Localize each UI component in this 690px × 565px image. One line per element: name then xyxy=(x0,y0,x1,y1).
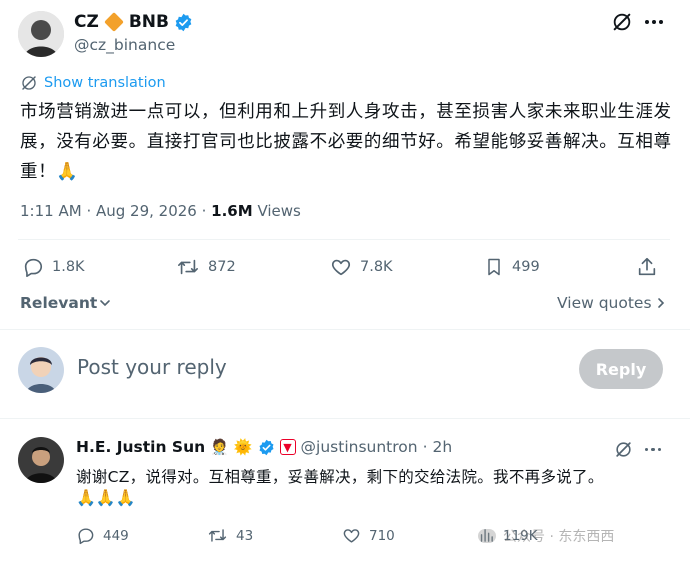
cz-avatar[interactable] xyxy=(18,11,64,57)
views-label: Views xyxy=(257,202,301,220)
chevron-down-icon xyxy=(100,300,111,307)
tweet-meta: 1:11 AM · Aug 29, 2026 · 1.6M Views xyxy=(20,202,301,220)
retweet-icon xyxy=(178,259,198,275)
reply-text: 谢谢CZ，说得对。互相尊重，妥善解决，剩下的交给法院。我不再多说了。 xyxy=(76,468,604,486)
reply-retweet-action[interactable]: 43 xyxy=(207,526,253,545)
views-count: 1.6M xyxy=(211,202,253,220)
retweet-action[interactable]: 872 xyxy=(176,256,236,278)
divider xyxy=(18,239,670,240)
reply-button[interactable]: Reply xyxy=(579,349,663,389)
sort-relevant-dropdown[interactable]: Relevant xyxy=(20,294,111,312)
retweet-icon xyxy=(208,529,227,542)
bookmark-icon xyxy=(488,258,500,276)
reply-reply-action[interactable]: 449 xyxy=(76,526,129,545)
tron-logo-icon: ▼ xyxy=(279,439,296,455)
justin-sun-avatar[interactable] xyxy=(18,437,64,483)
heart-icon xyxy=(343,529,360,543)
heart-icon xyxy=(331,259,351,276)
grok-icon[interactable] xyxy=(611,11,633,33)
verified-badge-icon xyxy=(259,439,274,455)
bookmark-action[interactable]: 499 xyxy=(484,256,540,278)
reply-action[interactable]: 1.8K xyxy=(22,256,85,278)
chevron-right-icon xyxy=(657,298,664,308)
author-handle[interactable]: @cz_binance xyxy=(74,36,175,54)
reply-author-name[interactable]: H.E. Justin Sun xyxy=(76,438,205,456)
divider xyxy=(0,418,690,419)
health-worker-emoji-icon: 🧑‍⚕️ xyxy=(210,438,229,456)
like-action[interactable]: 7.8K xyxy=(330,256,393,278)
reply-bubble-icon xyxy=(24,258,43,277)
more-options-icon[interactable] xyxy=(643,11,665,33)
reply-emoji: 🙏🙏🙏 xyxy=(76,488,136,507)
reply-input[interactable]: Post your reply xyxy=(77,355,227,379)
tweet-time[interactable]: 1:11 AM xyxy=(20,202,82,220)
sun-emoji-icon: 🌞 xyxy=(233,438,253,456)
divider xyxy=(0,329,690,330)
grok-icon[interactable] xyxy=(614,440,633,459)
translate-icon xyxy=(22,76,36,90)
tweet-text: 市场营销激进一点可以，但利用和上升到人身攻击，甚至损害人家未来职业生涯发展，没有… xyxy=(20,102,672,182)
user-avatar[interactable] xyxy=(18,347,64,393)
reply-header: H.E. Justin Sun 🧑‍⚕️ 🌞 ▼ @justinsuntron … xyxy=(76,438,453,456)
show-translation-link[interactable]: Show translation xyxy=(20,74,166,92)
bnb-diamond-icon xyxy=(103,12,124,32)
reply-bubble-icon xyxy=(78,528,94,545)
reply-like-action[interactable]: 710 xyxy=(342,526,395,545)
author-name[interactable]: CZ BNB xyxy=(74,12,193,32)
tweet-date[interactable]: Aug 29, 2026 xyxy=(96,202,197,220)
reply-handle[interactable]: @justinsuntron xyxy=(301,438,418,456)
view-quotes-link[interactable]: View quotes xyxy=(557,294,666,312)
reply-views-action[interactable]: 119K xyxy=(478,526,538,545)
share-icon[interactable] xyxy=(636,256,658,278)
verified-badge-icon xyxy=(175,13,192,31)
reply-time[interactable]: 2h xyxy=(433,438,453,456)
reply-more-options-icon[interactable] xyxy=(643,440,663,459)
analytics-bars-icon xyxy=(480,529,493,542)
